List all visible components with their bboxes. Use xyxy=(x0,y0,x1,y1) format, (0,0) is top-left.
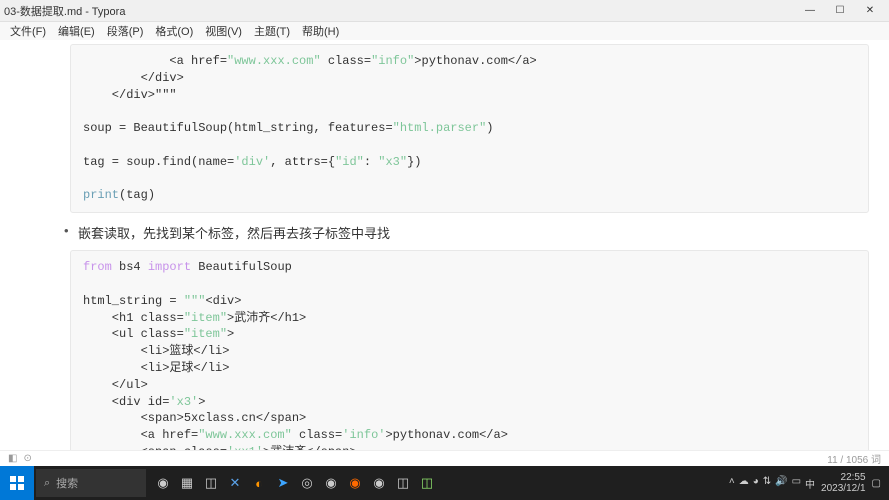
close-button[interactable]: ✕ xyxy=(855,1,885,21)
menu-edit[interactable]: 编辑(E) xyxy=(52,23,101,39)
app-arrow-icon[interactable]: ➤ xyxy=(272,469,294,497)
app-vscode-icon[interactable]: ✕ xyxy=(224,469,246,497)
app-generic-icon[interactable]: ◎ xyxy=(296,469,318,497)
taskbar-apps: ◉ ▦ ◫ ✕ ◐ ➤ ◎ ◉ ◉ ◉ ◫ ◫ xyxy=(152,469,438,497)
tray-cloud-icon[interactable]: ☁ xyxy=(739,476,749,491)
system-tray: ˄ ☁ ◕ ⇅ 🔊 ▭ 中 22:55 2023/12/1 ▢ xyxy=(729,472,889,494)
app-typora-icon[interactable]: ◫ xyxy=(392,469,414,497)
menu-theme[interactable]: 主题(T) xyxy=(248,23,296,39)
menu-help[interactable]: 帮助(H) xyxy=(296,23,345,39)
bullet-text[interactable]: 嵌套读取，先找到某个标签，然后再去孩子标签中寻找 xyxy=(78,223,869,242)
search-icon: ⌕ xyxy=(44,477,50,490)
clock-time: 22:55 xyxy=(821,472,866,483)
code-block-1[interactable]: <a href="www.xxx.com" class="info">pytho… xyxy=(70,44,869,213)
code-block-2[interactable]: from bs4 import BeautifulSoup html_strin… xyxy=(70,250,869,466)
titlebar: 03-数据提取.md - Typora — ☐ ✕ xyxy=(0,0,889,22)
app-explorer-icon[interactable]: ▦ xyxy=(176,469,198,497)
app-firefox-icon[interactable]: ◐ xyxy=(248,469,270,497)
menubar: 文件(F) 编辑(E) 段落(P) 格式(O) 视图(V) 主题(T) 帮助(H… xyxy=(0,22,889,40)
taskbar: ⌕ 搜索 ◉ ▦ ◫ ✕ ◐ ➤ ◎ ◉ ◉ ◉ ◫ ◫ ˄ ☁ ◕ ⇅ 🔊 ▭… xyxy=(0,466,889,500)
search-placeholder: 搜索 xyxy=(56,475,78,491)
window-title: 03-数据提取.md - Typora xyxy=(4,3,795,19)
tray-network-icon[interactable]: ⇅ xyxy=(763,476,771,491)
tray-ime-icon[interactable]: 中 xyxy=(805,476,815,491)
clock-date: 2023/12/1 xyxy=(821,483,866,494)
app-edge-icon[interactable]: ◉ xyxy=(152,469,174,497)
menu-paragraph[interactable]: 段落(P) xyxy=(101,23,150,39)
taskbar-clock[interactable]: 22:55 2023/12/1 xyxy=(821,472,866,494)
editor-content[interactable]: <a href="www.xxx.com" class="info">pytho… xyxy=(0,40,889,466)
tray-up-icon[interactable]: ˄ xyxy=(729,476,735,491)
sidebar-toggle-icon[interactable]: ◧ xyxy=(8,453,17,464)
tray-volume-icon[interactable]: 🔊 xyxy=(775,476,787,491)
notification-icon[interactable]: ▢ xyxy=(872,478,881,489)
tray-wechat-icon[interactable]: ◕ xyxy=(753,476,759,491)
menu-file[interactable]: 文件(F) xyxy=(4,23,52,39)
statusbar: ◧ ⊙ 11 / 1056 词 xyxy=(0,450,889,466)
app-generic2-icon[interactable]: ◉ xyxy=(320,469,342,497)
maximize-button[interactable]: ☐ xyxy=(825,1,855,21)
word-count[interactable]: 11 / 1056 词 xyxy=(827,451,881,466)
app-pycharm-icon[interactable]: ◫ xyxy=(416,469,438,497)
minimize-button[interactable]: — xyxy=(795,1,825,21)
start-button[interactable] xyxy=(0,466,34,500)
taskbar-search[interactable]: ⌕ 搜索 xyxy=(36,469,146,497)
tray-battery-icon[interactable]: ▭ xyxy=(792,476,801,491)
app-firefox2-icon[interactable]: ◉ xyxy=(344,469,366,497)
app-store-icon[interactable]: ◫ xyxy=(200,469,222,497)
menu-view[interactable]: 视图(V) xyxy=(199,23,248,39)
window-controls: — ☐ ✕ xyxy=(795,1,885,21)
app-chrome-icon[interactable]: ◉ xyxy=(368,469,390,497)
menu-format[interactable]: 格式(O) xyxy=(149,23,199,39)
outline-toggle-icon[interactable]: ⊙ xyxy=(23,453,31,464)
